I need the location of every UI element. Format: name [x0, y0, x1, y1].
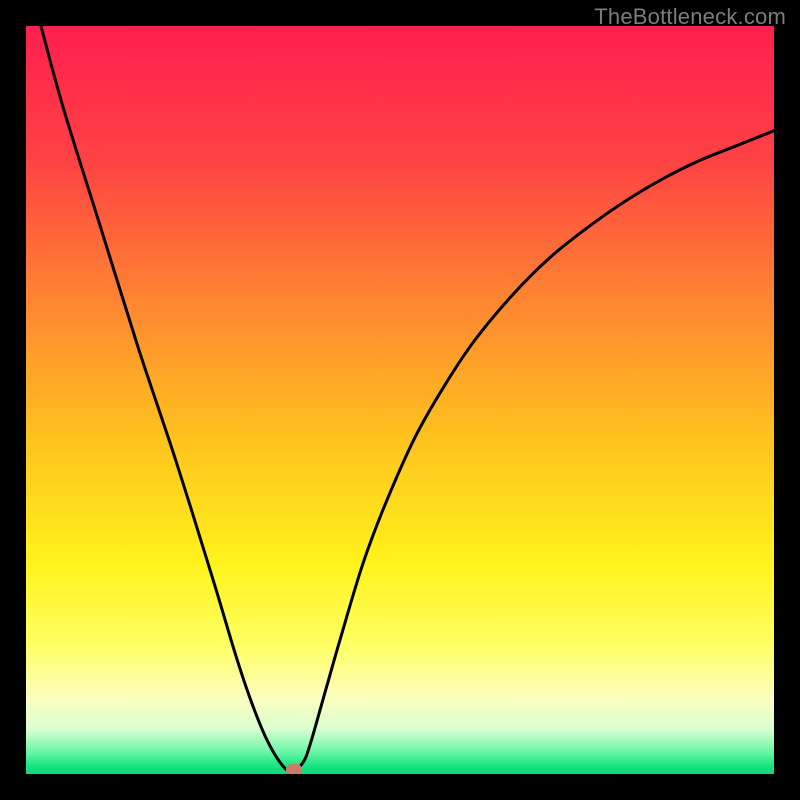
bottleneck-curve	[26, 26, 774, 774]
optimal-point-marker	[286, 764, 302, 774]
chart-frame: TheBottleneck.com	[0, 0, 800, 800]
plot-area	[26, 26, 774, 774]
watermark-text: TheBottleneck.com	[594, 4, 786, 30]
